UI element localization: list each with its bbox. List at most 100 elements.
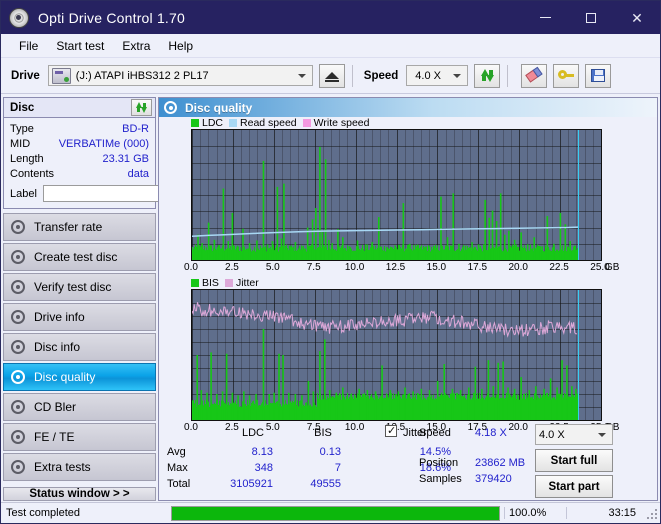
- bis-jitter-chart[interactable]: BIS Jitter 123456789104%8%12%16%20% 0.02…: [159, 277, 657, 437]
- page-title: Disc quality: [185, 100, 253, 115]
- status-window-button[interactable]: Status window > >: [3, 487, 156, 501]
- close-button[interactable]: ✕: [614, 1, 660, 34]
- resize-grip-icon[interactable]: [644, 506, 658, 520]
- legend-item-read-speed: Read speed: [229, 117, 297, 129]
- opti-drive-control-window: Opti Drive Control 1.70 ✕ File Start tes…: [0, 0, 661, 524]
- y-tick-label: 10: [192, 290, 193, 291]
- y2-tick-label: 8%: [601, 363, 602, 374]
- chevron-down-icon: [453, 73, 462, 78]
- ldc-plot-wrap: 50 100 150 200 250 300 350 400 2 X 4 X 6 X 8 X 10 X 1…: [159, 129, 657, 261]
- sidebar-item-create-test-disc[interactable]: Create test disc: [3, 243, 156, 271]
- legend-swatch: [229, 119, 238, 127]
- disc-quality-icon: [164, 101, 177, 114]
- x-tick-label: 20.0: [508, 262, 528, 273]
- minimize-button[interactable]: [522, 1, 568, 34]
- refresh-button[interactable]: [474, 63, 501, 88]
- disc-refresh-button[interactable]: [131, 99, 152, 116]
- disc-icon: [11, 220, 25, 234]
- y2-tick-label: 4 X: [601, 226, 602, 237]
- sidebar-item-drive-info[interactable]: Drive info: [3, 303, 156, 331]
- menu-bar: File Start test Extra Help: [1, 34, 660, 58]
- stats-row-avg-label: Avg: [167, 446, 186, 458]
- x-tick-label: 12.5: [385, 262, 406, 273]
- eject-button[interactable]: [318, 63, 345, 88]
- legend-item-write-speed: Write speed: [302, 117, 370, 129]
- sidebar-item-label: Drive info: [34, 310, 85, 324]
- y2-tick-label: 10 X: [601, 182, 602, 193]
- sidebar-item-cd-bler[interactable]: CD Bler: [3, 393, 156, 421]
- y2-tick-label: 8 X: [601, 197, 602, 208]
- sidebar-item-fe-te[interactable]: FE / TE: [3, 423, 156, 451]
- menu-extra[interactable]: Extra: [113, 37, 159, 55]
- disc-label-key: Label: [10, 187, 37, 200]
- y-tick-label: 6: [191, 337, 192, 348]
- stats-row-total-label: Total: [167, 478, 191, 490]
- speed-stat-value: 4.18 X: [475, 427, 507, 439]
- sidebar-item-disc-quality[interactable]: Disc quality: [3, 363, 156, 391]
- window-title: Opti Drive Control 1.70: [38, 9, 185, 26]
- sidebar-item-transfer-rate[interactable]: Transfer rate: [3, 213, 156, 241]
- disc-info-panel: Disc Type BD-R MID VERBATIMe (000) Lengt…: [3, 97, 217, 209]
- stats-controls: Speed 4.18 X Position 23862 MB Samples 3…: [413, 424, 653, 500]
- disc-panel-title: Disc: [10, 101, 35, 114]
- disc-quality-panel: Disc quality LDC Read speed Write speed …: [158, 97, 658, 501]
- y-tick-label: 400: [191, 129, 192, 136]
- position-stat-label: Position: [419, 457, 459, 469]
- sidebar-item-label: Verify test disc: [34, 280, 112, 294]
- y2-tick-label: 6 X: [601, 211, 602, 222]
- eraser-icon: [525, 67, 544, 85]
- status-bar: Test completed 100.0% 33:15: [1, 502, 660, 523]
- gridline-minor: [601, 290, 602, 420]
- checkbox-icon: [385, 424, 397, 438]
- y2-tick-label: 12 X: [601, 168, 602, 179]
- erase-button[interactable]: [521, 63, 548, 88]
- eject-icon: [324, 72, 339, 82]
- disc-icon: [11, 340, 25, 354]
- maximize-icon: [586, 12, 596, 23]
- sidebar-item-extra-tests[interactable]: Extra tests: [3, 453, 156, 481]
- charts-container: LDC Read speed Write speed 0.0 2.5 5.0 7…: [159, 117, 657, 433]
- y2-tick-label: 20%: [601, 289, 602, 296]
- stats-bis-avg: 0.13: [319, 446, 341, 458]
- legend-label: LDC: [202, 117, 224, 129]
- y2-tick-label: 16 X: [601, 139, 602, 150]
- y-tick-label: 250: [191, 173, 192, 184]
- progress-bar: [171, 505, 500, 521]
- chevron-down-icon: [297, 73, 306, 78]
- cursor-line: [578, 130, 580, 260]
- bis-chart-legend: BIS Jitter: [191, 277, 265, 289]
- disc-info-rows: Type BD-R MID VERBATIMe (000) Length 23.…: [4, 118, 217, 208]
- toolbar-divider-2: [507, 64, 509, 87]
- drive-select[interactable]: (J:) ATAPI iHBS312 2 PL17: [47, 65, 313, 86]
- disc-row-type-value: BD-R: [122, 122, 149, 135]
- legend-label: BIS: [202, 277, 219, 289]
- ldc-x-axis: 0.0 2.5 5.0 7.5 10.0 12.5 15.0 17.5 20.0 22.5 25.0…: [184, 262, 619, 277]
- jitter-checkbox[interactable]: [385, 424, 397, 438]
- disc-icon: [11, 460, 25, 474]
- menu-file[interactable]: File: [10, 37, 47, 55]
- x-tick-label: 22.5: [549, 262, 569, 273]
- start-part-button[interactable]: Start part: [535, 475, 613, 498]
- key-button[interactable]: [553, 63, 580, 88]
- sidebar-item-disc-info[interactable]: Disc info: [3, 333, 156, 361]
- bis-plot-wrap: 1 2 3 4 5 6 7 8 9 10 4% 8% 12% 16% 20%: [159, 289, 657, 421]
- save-button[interactable]: [585, 63, 612, 88]
- speed-select[interactable]: 4.0 X: [406, 65, 469, 86]
- content-area: Disc Type BD-R MID VERBATIMe (000) Lengt…: [1, 95, 660, 501]
- menu-start-test[interactable]: Start test: [47, 37, 113, 55]
- menu-help[interactable]: Help: [159, 37, 202, 55]
- ldc-plot-area[interactable]: 50 100 150 200 250 300 350 400 2 X 4 X 6 X 8 X 10 X 1…: [191, 129, 602, 261]
- bis-plot-area[interactable]: 1 2 3 4 5 6 7 8 9 10 4% 8% 12% 16% 20%: [191, 289, 602, 421]
- test-speed-select[interactable]: 4.0 X: [535, 424, 613, 445]
- x-axis-unit: GB: [605, 262, 620, 273]
- maximize-button[interactable]: [568, 1, 614, 34]
- stats-ldc-max: 348: [254, 462, 273, 474]
- ldc-chart[interactable]: LDC Read speed Write speed 0.0 2.5 5.0 7…: [159, 117, 657, 277]
- sidebar-item-label: Extra tests: [34, 460, 91, 474]
- start-full-button[interactable]: Start full: [535, 449, 613, 472]
- sidebar-item-verify-test-disc[interactable]: Verify test disc: [3, 273, 156, 301]
- y-tick-label: 350: [191, 141, 192, 152]
- disc-icon: [11, 430, 25, 444]
- speed-select-value: 4.0 X: [415, 69, 441, 82]
- disc-row-contents: Contents data: [10, 166, 149, 181]
